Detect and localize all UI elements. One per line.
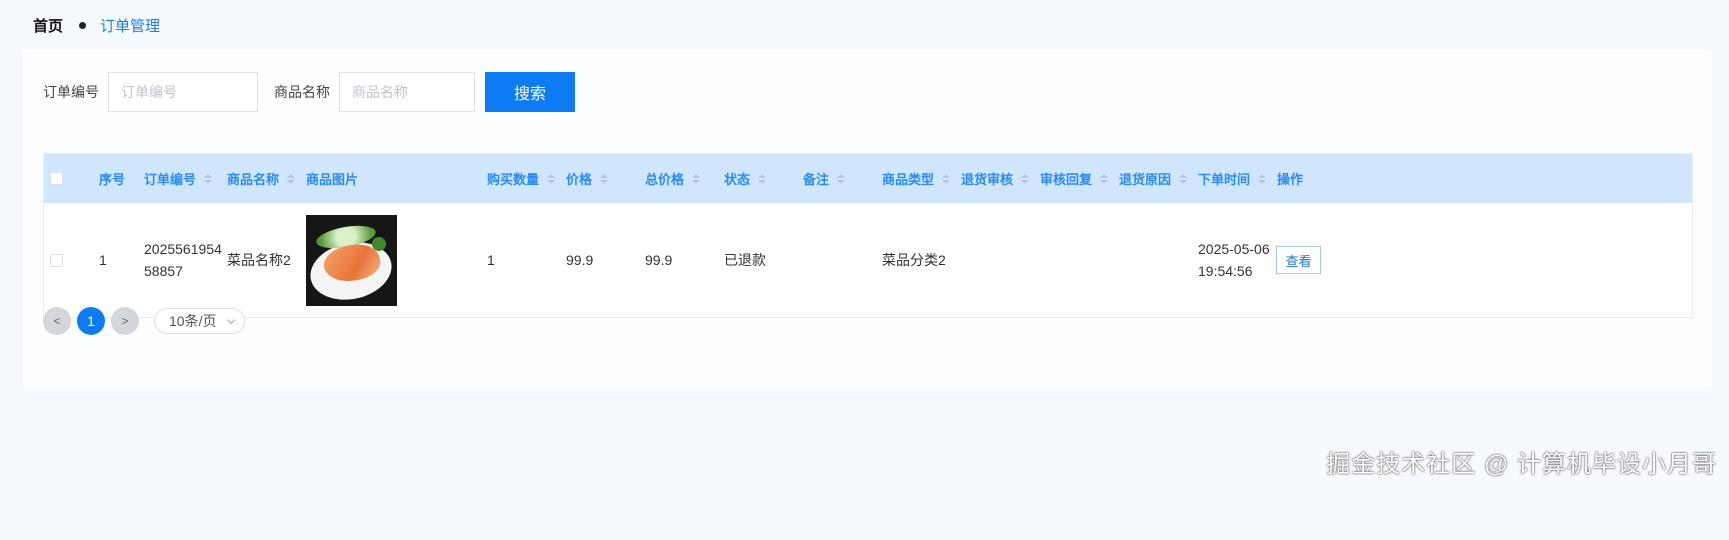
- column-header-order-time[interactable]: 下单时间: [1198, 154, 1267, 203]
- column-header-index-label: 序号: [99, 172, 126, 187]
- sort-icon[interactable]: [547, 173, 556, 184]
- column-header-return-reason[interactable]: 退货原因: [1119, 154, 1188, 203]
- watermark: 掘金技术社区 @ 计算机毕设小月哥: [1326, 451, 1717, 478]
- column-header-order-no[interactable]: 订单编号: [144, 154, 213, 203]
- column-header-product-type-label: 商品类型: [882, 172, 935, 187]
- order-no-label: 订单编号: [43, 84, 99, 100]
- sort-icon[interactable]: [837, 173, 846, 184]
- cell-product-type: 菜品分类2: [882, 252, 946, 268]
- cell-actions: 查看: [1276, 203, 1321, 317]
- column-header-index: 序号: [99, 154, 125, 203]
- product-name-input[interactable]: [339, 72, 475, 112]
- product-name-label: 商品名称: [274, 84, 330, 100]
- column-header-status[interactable]: 状态: [724, 154, 767, 203]
- cell-order-time: 2025-05-06 19:54:56: [1198, 203, 1270, 317]
- content-panel: 订单编号 商品名称 搜索 序号 订单编号 商品名称 商品图片: [22, 50, 1712, 387]
- column-header-order-no-label: 订单编号: [144, 172, 197, 187]
- column-header-quantity-label: 购买数量: [487, 172, 540, 187]
- column-header-quantity[interactable]: 购买数量: [487, 154, 556, 203]
- sort-icon[interactable]: [1100, 173, 1109, 184]
- column-header-price-label: 价格: [566, 172, 593, 187]
- sort-icon[interactable]: [1179, 173, 1188, 184]
- cell-total: 99.9: [645, 252, 673, 268]
- column-header-return-reason-label: 退货原因: [1119, 172, 1172, 187]
- table-row: 1 2025561954 58857 菜品名称2 1 99.9 99.9 已退款…: [44, 203, 1692, 317]
- cell-product-image: [306, 203, 397, 317]
- column-header-review-reply-label: 审核回复: [1040, 172, 1093, 187]
- column-header-actions: 操作: [1277, 154, 1303, 203]
- column-header-remark[interactable]: 备注: [803, 154, 846, 203]
- cell-product-name: 菜品名称2: [227, 252, 291, 268]
- select-all-cell: [50, 154, 63, 203]
- next-page-button[interactable]: >: [111, 307, 139, 335]
- page-number-button[interactable]: 1: [77, 307, 105, 335]
- page-size-value: 10条/页: [169, 313, 217, 329]
- column-header-remark-label: 备注: [803, 172, 830, 187]
- column-header-price[interactable]: 价格: [566, 154, 609, 203]
- row-select-cell: [50, 203, 63, 317]
- pagination: < 1 > 10条/页: [43, 307, 245, 335]
- page-size-select[interactable]: 10条/页: [154, 308, 245, 334]
- sort-icon[interactable]: [692, 173, 701, 184]
- column-header-product-image-label: 商品图片: [306, 172, 359, 187]
- search-button[interactable]: 搜索: [485, 72, 575, 112]
- order-no-line-2: 58857: [144, 263, 183, 279]
- order-date: 2025-05-06: [1198, 241, 1270, 257]
- column-header-total[interactable]: 总价格: [645, 154, 701, 203]
- column-header-return-review[interactable]: 退货审核: [961, 154, 1030, 203]
- sort-icon[interactable]: [287, 173, 296, 184]
- cell-price: 99.9: [566, 252, 594, 268]
- column-header-actions-label: 操作: [1277, 172, 1304, 187]
- sort-icon[interactable]: [600, 173, 609, 184]
- view-button[interactable]: 查看: [1276, 246, 1321, 274]
- sort-icon[interactable]: [942, 173, 951, 184]
- cell-status: 已退款: [724, 252, 766, 268]
- breadcrumb: 首页 订单管理: [33, 14, 160, 36]
- sort-icon[interactable]: [204, 173, 213, 184]
- column-header-order-time-label: 下单时间: [1198, 172, 1251, 187]
- sort-icon[interactable]: [1258, 173, 1267, 184]
- select-all-checkbox[interactable]: [50, 172, 63, 185]
- order-no-input[interactable]: [108, 72, 258, 112]
- table-header: 序号 订单编号 商品名称 商品图片 购买数量 价格 总价格 状态 备注 商品类型…: [44, 154, 1692, 203]
- column-header-product-image: 商品图片: [306, 154, 358, 203]
- orders-table: 序号 订单编号 商品名称 商品图片 购买数量 价格 总价格 状态 备注 商品类型…: [43, 153, 1693, 318]
- order-no-line-1: 2025561954: [144, 241, 222, 257]
- sort-icon[interactable]: [758, 173, 767, 184]
- column-header-product-name[interactable]: 商品名称: [227, 154, 296, 203]
- breadcrumb-separator-dot: [79, 21, 87, 29]
- column-header-status-label: 状态: [724, 172, 751, 187]
- column-header-product-name-label: 商品名称: [227, 172, 280, 187]
- column-header-review-reply[interactable]: 审核回复: [1040, 154, 1109, 203]
- order-clock: 19:54:56: [1198, 263, 1253, 279]
- cell-quantity: 1: [487, 252, 495, 268]
- column-header-return-review-label: 退货审核: [961, 172, 1014, 187]
- prev-page-button[interactable]: <: [43, 307, 71, 335]
- breadcrumb-home[interactable]: 首页: [33, 15, 63, 36]
- column-header-total-label: 总价格: [645, 172, 685, 187]
- chevron-down-icon: [226, 315, 236, 325]
- sort-icon[interactable]: [1021, 173, 1030, 184]
- search-bar: 订单编号 商品名称 搜索: [43, 72, 575, 112]
- row-select-checkbox[interactable]: [50, 253, 63, 267]
- breadcrumb-current: 订单管理: [100, 17, 161, 35]
- cell-order-no: 2025561954 58857: [144, 203, 222, 317]
- column-header-product-type[interactable]: 商品类型: [882, 154, 951, 203]
- product-image: [306, 214, 397, 306]
- cell-index: 1: [99, 252, 107, 268]
